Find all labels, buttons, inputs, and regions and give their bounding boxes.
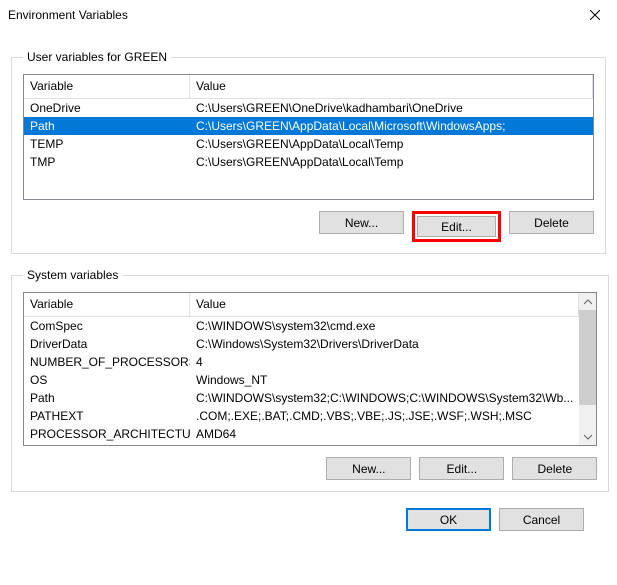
cell-variable: TMP	[24, 153, 190, 171]
cell-variable: NUMBER_OF_PROCESSORS	[24, 353, 190, 371]
system-variables-group: System variables Variable Value ComSpecC…	[11, 268, 609, 492]
cell-value: 4	[190, 353, 579, 371]
scrollbar-thumb[interactable]	[579, 310, 596, 405]
column-header-value[interactable]: Value	[190, 293, 579, 317]
scrollbar-track[interactable]	[579, 310, 596, 428]
table-row[interactable]: PATHEXT.COM;.EXE;.BAT;.CMD;.VBS;.VBE;.JS…	[24, 407, 579, 425]
close-button[interactable]	[572, 0, 617, 30]
ok-button[interactable]: OK	[406, 508, 491, 531]
table-row[interactable]: OneDriveC:\Users\GREEN\OneDrive\kadhamba…	[24, 99, 593, 117]
cell-variable: Path	[24, 389, 190, 407]
user-variables-group: User variables for GREEN Variable Value …	[11, 50, 606, 254]
edit-highlight: Edit...	[412, 211, 501, 242]
titlebar: Environment Variables	[0, 0, 617, 30]
cell-value: Windows_NT	[190, 371, 579, 389]
list-header: Variable Value	[24, 293, 579, 317]
cell-value: C:\WINDOWS\system32\cmd.exe	[190, 317, 579, 335]
user-variables-list[interactable]: Variable Value OneDriveC:\Users\GREEN\On…	[23, 74, 594, 200]
cell-variable: PROCESSOR_ARCHITECTURE	[24, 425, 190, 443]
column-header-variable[interactable]: Variable	[24, 75, 190, 99]
column-header-variable[interactable]: Variable	[24, 293, 190, 317]
close-icon	[590, 10, 600, 20]
system-variables-list[interactable]: Variable Value ComSpecC:\WINDOWS\system3…	[23, 292, 597, 446]
user-new-button[interactable]: New...	[319, 211, 404, 234]
cell-value: C:\Users\GREEN\OneDrive\kadhambari\OneDr…	[190, 99, 593, 117]
user-edit-button[interactable]: Edit...	[417, 216, 496, 237]
cell-variable: DriverData	[24, 335, 190, 353]
user-variables-legend: User variables for GREEN	[23, 50, 171, 64]
user-delete-button[interactable]: Delete	[509, 211, 594, 234]
window-title: Environment Variables	[8, 8, 128, 22]
cell-value: C:\Windows\System32\Drivers\DriverData	[190, 335, 579, 353]
scrollbar[interactable]	[579, 293, 596, 445]
table-row[interactable]: PROCESSOR_ARCHITECTUREAMD64	[24, 425, 579, 443]
cell-variable: OS	[24, 371, 190, 389]
system-delete-button[interactable]: Delete	[512, 457, 597, 480]
cell-variable: ComSpec	[24, 317, 190, 335]
cell-variable: PATHEXT	[24, 407, 190, 425]
table-row[interactable]: DriverDataC:\Windows\System32\Drivers\Dr…	[24, 335, 579, 353]
table-row[interactable]: PathC:\Users\GREEN\AppData\Local\Microso…	[24, 117, 593, 135]
table-row[interactable]: TEMPC:\Users\GREEN\AppData\Local\Temp	[24, 135, 593, 153]
cell-value: AMD64	[190, 425, 579, 443]
table-row[interactable]: NUMBER_OF_PROCESSORS4	[24, 353, 579, 371]
cell-variable: TEMP	[24, 135, 190, 153]
table-row[interactable]: OSWindows_NT	[24, 371, 579, 389]
chevron-down-icon	[584, 433, 592, 441]
cell-value: C:\Users\GREEN\AppData\Local\Microsoft\W…	[190, 117, 593, 135]
table-row[interactable]: TMPC:\Users\GREEN\AppData\Local\Temp	[24, 153, 593, 171]
cell-value: C:\Users\GREEN\AppData\Local\Temp	[190, 153, 593, 171]
cell-value: .COM;.EXE;.BAT;.CMD;.VBS;.VBE;.JS;.JSE;.…	[190, 407, 579, 425]
system-new-button[interactable]: New...	[326, 457, 411, 480]
list-header: Variable Value	[24, 75, 593, 99]
chevron-up-icon	[584, 298, 592, 306]
cell-value: C:\WINDOWS\system32;C:\WINDOWS;C:\WINDOW…	[190, 389, 579, 407]
scroll-up-button[interactable]	[579, 293, 596, 310]
system-variables-legend: System variables	[23, 268, 122, 282]
table-row[interactable]: ComSpecC:\WINDOWS\system32\cmd.exe	[24, 317, 579, 335]
cell-value: C:\Users\GREEN\AppData\Local\Temp	[190, 135, 593, 153]
table-row[interactable]: PathC:\WINDOWS\system32;C:\WINDOWS;C:\WI…	[24, 389, 579, 407]
cell-variable: OneDrive	[24, 99, 190, 117]
cancel-button[interactable]: Cancel	[499, 508, 584, 531]
system-edit-button[interactable]: Edit...	[419, 457, 504, 480]
cell-variable: Path	[24, 117, 190, 135]
scroll-down-button[interactable]	[579, 428, 596, 445]
column-header-value[interactable]: Value	[190, 75, 593, 99]
